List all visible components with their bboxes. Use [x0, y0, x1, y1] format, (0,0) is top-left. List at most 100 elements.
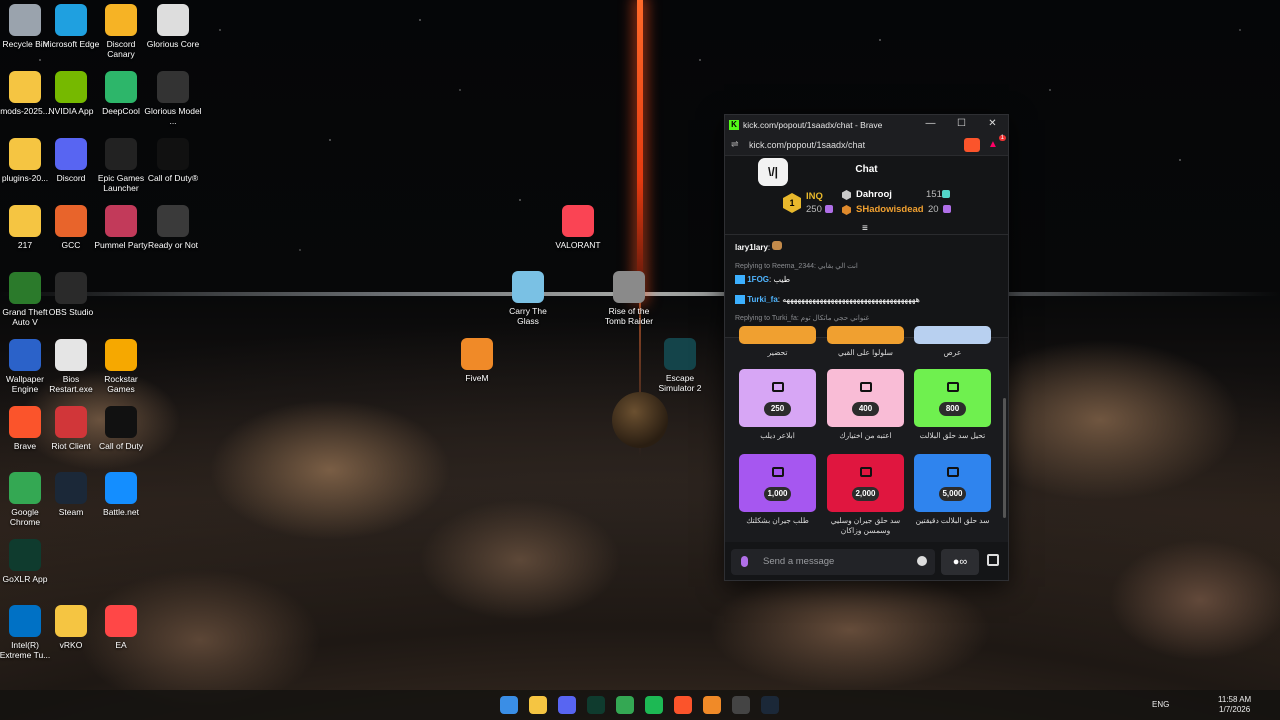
- bronze-rank-icon: [842, 205, 851, 215]
- desktop-shortcut-label: Call of Duty®: [147, 173, 199, 183]
- chat-username[interactable]: lary1lary: [735, 243, 768, 252]
- desktop-shortcut[interactable]: Rockstar Games: [92, 339, 150, 394]
- chat-message-input[interactable]: Send a message: [731, 549, 935, 575]
- close-button[interactable]: ✕: [977, 115, 1008, 134]
- chat-message[interactable]: Turki_fa: هههههههههههههههههههههههههههههه…: [735, 295, 998, 305]
- language-indicator[interactable]: ENG: [1152, 690, 1169, 720]
- channel-rewards-panel[interactable]: تحضير سلولوا على القبي عرص 250 ابلاعر ديلب 40…: [725, 326, 1008, 542]
- rewards-scrollbar[interactable]: [1003, 398, 1006, 518]
- maximize-button[interactable]: ☐: [946, 115, 977, 134]
- desktop-shortcut[interactable]: Ready or Not: [144, 205, 202, 250]
- desktop-shortcut[interactable]: EA: [92, 605, 150, 650]
- folder-icon: [9, 71, 41, 103]
- call-of-duty-icon: [105, 406, 137, 438]
- intel-icon: [9, 605, 41, 637]
- taskbar: ENG 11:58 AM 1/7/2026: [0, 690, 1280, 720]
- browser-window[interactable]: K kick.com/popout/1saadx/chat - Brave — …: [724, 114, 1009, 581]
- fivem-icon: [461, 338, 493, 370]
- desktop-shortcut[interactable]: Battle.net: [92, 472, 150, 517]
- desktop-shortcut[interactable]: Glorious Model ...: [144, 71, 202, 126]
- clock-date: 1/7/2026: [1219, 705, 1251, 714]
- reward-label: سلولوا على القبي: [838, 348, 893, 357]
- desktop-shortcut[interactable]: Escape Simulator 2: [651, 338, 709, 393]
- brave-rewards-icon[interactable]: ▲ 1: [988, 135, 1006, 150]
- second-name: Dahrooj: [856, 189, 892, 200]
- desktop-shortcut[interactable]: Glorious Core: [144, 4, 202, 49]
- minimize-button[interactable]: —: [915, 115, 946, 134]
- desktop-shortcut[interactable]: FiveM: [448, 338, 506, 383]
- brave-icon[interactable]: [674, 696, 692, 714]
- channel-logo-icon[interactable]: \/|: [758, 158, 788, 186]
- chat-messages[interactable]: lary1lary: Replying to Reema_2344: انت ا…: [725, 235, 1008, 335]
- discord-icon[interactable]: [558, 696, 576, 714]
- desktop-shortcut[interactable]: Rise of the Tomb Raider: [600, 271, 658, 326]
- redeem-lock-icon: [947, 467, 959, 477]
- microphone-icon[interactable]: [741, 556, 748, 567]
- reward-cost: 2,000: [852, 487, 879, 501]
- clock[interactable]: 11:58 AM 1/7/2026: [1218, 690, 1251, 720]
- title-bar[interactable]: K kick.com/popout/1saadx/chat - Brave — …: [725, 115, 1008, 134]
- epic-games-icon: [105, 138, 137, 170]
- desktop-shortcut[interactable]: DeepCool: [92, 71, 150, 116]
- expand-leaderboard-icon[interactable]: ≡: [862, 223, 868, 234]
- desktop-shortcut[interactable]: Epic Games Launcher: [92, 138, 150, 193]
- reward-card[interactable]: [914, 326, 991, 344]
- desktop-shortcut-label: VALORANT: [555, 240, 601, 250]
- desktop-shortcut[interactable]: GoXLR App: [0, 539, 54, 584]
- gcc-icon: [55, 205, 87, 237]
- steam-icon[interactable]: [761, 696, 779, 714]
- address-bar[interactable]: ⇌ kick.com/popout/1saadx/chat ▲ 1: [725, 134, 1008, 156]
- third-name: SHadowisdead: [856, 204, 924, 215]
- chrome-icon[interactable]: [616, 696, 634, 714]
- goxlr-icon[interactable]: [587, 696, 605, 714]
- file-explorer-icon[interactable]: [529, 696, 547, 714]
- reward-card[interactable]: 1,000: [739, 454, 816, 512]
- ready-or-not-icon: [157, 205, 189, 237]
- mouse-icon: [157, 71, 189, 103]
- reward-card[interactable]: [827, 326, 904, 344]
- discord-icon: [55, 138, 87, 170]
- desktop-shortcut[interactable]: Call of Duty®: [144, 138, 202, 183]
- pummel-party-icon: [105, 205, 137, 237]
- chat-username[interactable]: Turki_fa: [747, 295, 778, 304]
- emoji-icon[interactable]: [917, 556, 927, 566]
- reward-card[interactable]: 400: [827, 369, 904, 427]
- desktop-shortcut-label: Pummel Party: [94, 240, 148, 250]
- desktop-shortcut[interactable]: Call of Duty: [92, 406, 150, 451]
- reward-card[interactable]: 800: [914, 369, 991, 427]
- spotify-icon[interactable]: [645, 696, 663, 714]
- brave-shields-icon[interactable]: [964, 137, 980, 152]
- glorious-core-icon: [157, 4, 189, 36]
- desktop-shortcut[interactable]: VALORANT: [549, 205, 607, 250]
- rank-badge-icon: 1: [783, 193, 801, 213]
- chat-username[interactable]: 1FOG: [747, 275, 769, 284]
- obs-icon[interactable]: [732, 696, 750, 714]
- chat-text: ههههههههههههههههههههههههههههههههههههه: [782, 295, 920, 304]
- chat-message[interactable]: 1FOG: طيب: [735, 275, 998, 285]
- reward-card[interactable]: [739, 326, 816, 344]
- window-title: kick.com/popout/1saadx/chat - Brave: [743, 119, 883, 130]
- discord-canary-icon: [105, 4, 137, 36]
- reward-card[interactable]: 250: [739, 369, 816, 427]
- leaderboard: 1 INQ 250 Dahrooj 151 SHadowisdead 20 ≡: [725, 184, 1008, 234]
- desktop-shortcut[interactable]: Discord Canary: [92, 4, 150, 59]
- site-settings-icon[interactable]: ⇌: [731, 139, 745, 150]
- reward-cost: 400: [852, 402, 879, 416]
- reward-card[interactable]: 5,000: [914, 454, 991, 512]
- windows-icon[interactable]: [500, 696, 518, 714]
- reward-label: طلب جيران بشكلتك: [746, 516, 809, 525]
- desktop-shortcut[interactable]: OBS Studio: [42, 272, 100, 317]
- desktop-shortcut[interactable]: Pummel Party: [92, 205, 150, 250]
- reward-card[interactable]: 2,000: [827, 454, 904, 512]
- desktop-shortcut[interactable]: Carry The Glass: [499, 271, 557, 326]
- reward-label: تحيل سد حلق البلالت: [919, 431, 986, 440]
- clock-time: 11:58 AM: [1218, 695, 1252, 704]
- desktop-shortcut-label: Glorious Model ...: [144, 106, 202, 126]
- desktop-shortcut-label: EA: [115, 640, 127, 650]
- fivem-icon[interactable]: [703, 696, 721, 714]
- gift-icon[interactable]: [987, 554, 999, 566]
- ea-icon: [105, 605, 137, 637]
- channel-points-button[interactable]: ●∞: [941, 549, 979, 575]
- url-text[interactable]: kick.com/popout/1saadx/chat: [745, 140, 964, 150]
- chat-message[interactable]: lary1lary:: [735, 241, 998, 253]
